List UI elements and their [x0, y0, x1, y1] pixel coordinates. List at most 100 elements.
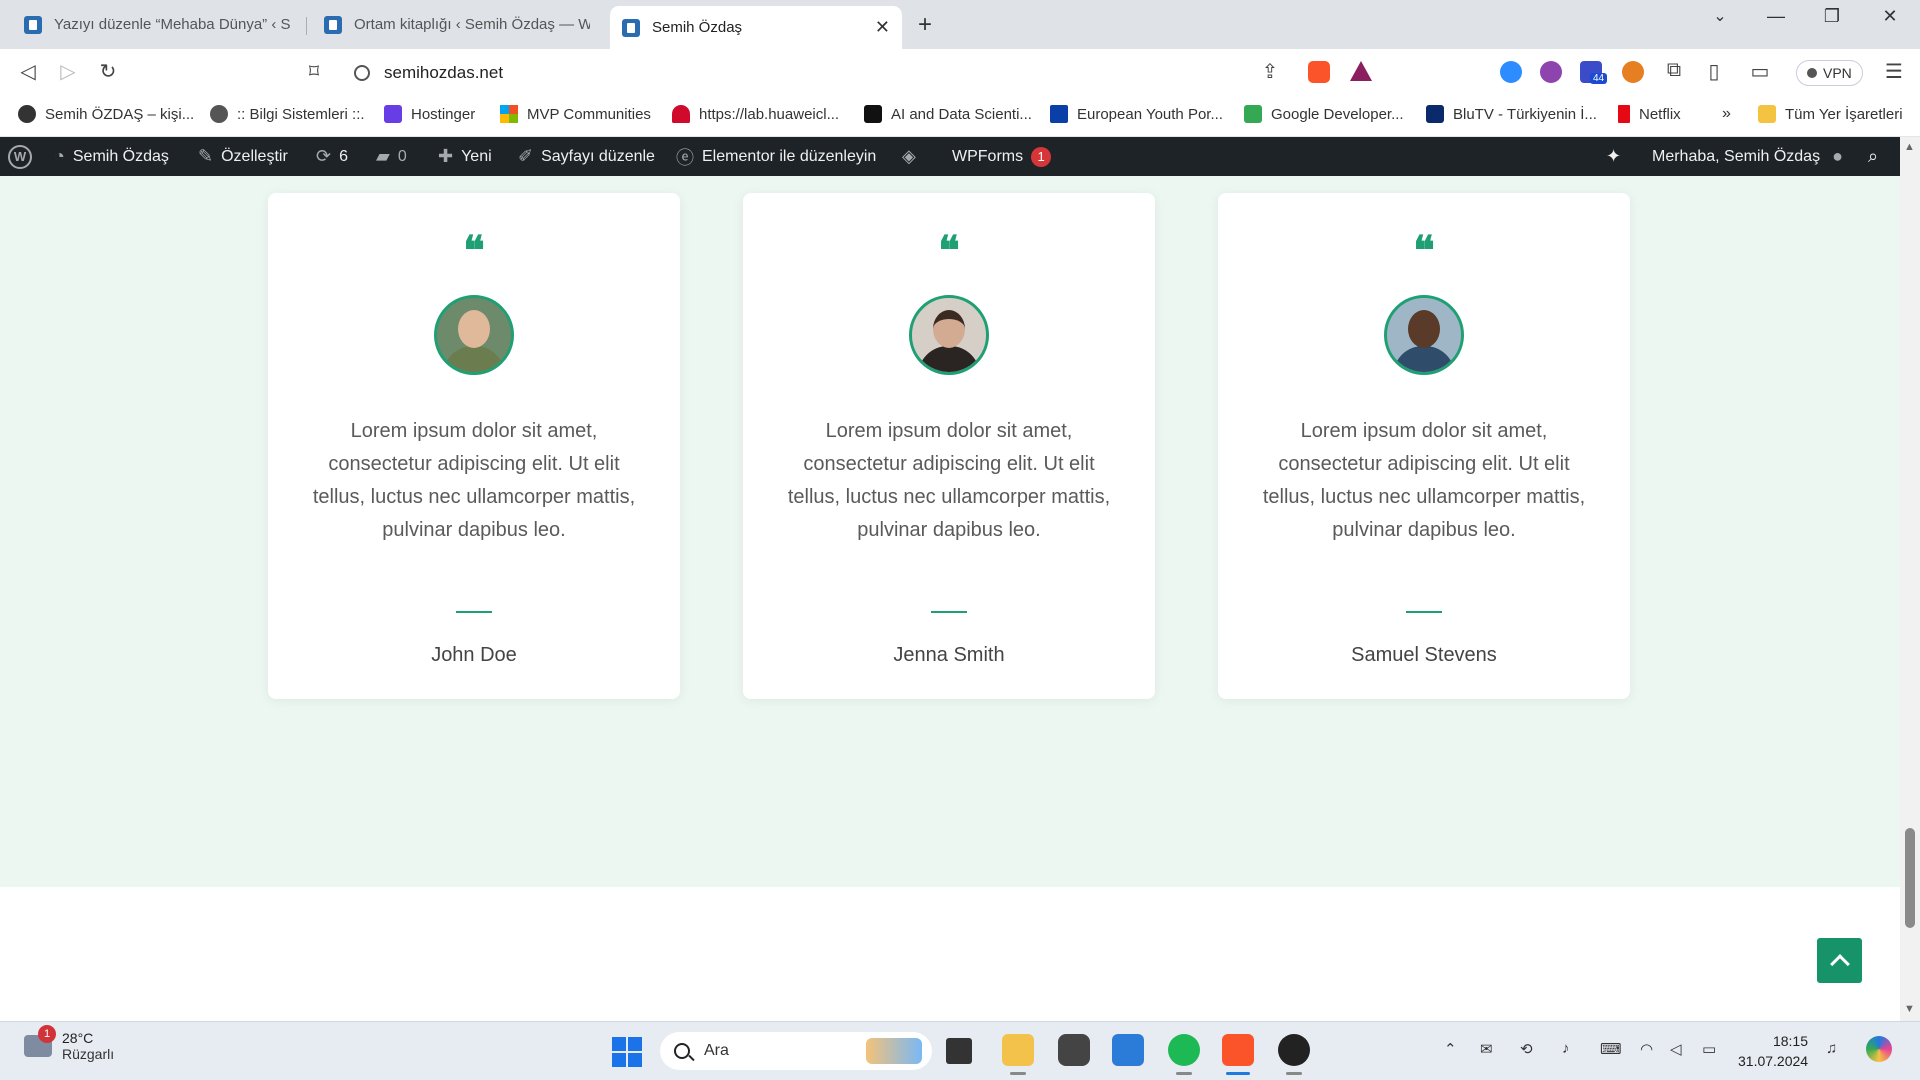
- weather-condition: Rüzgarlı: [62, 1046, 115, 1062]
- scroll-down-arrow-icon[interactable]: ▼: [1904, 1003, 1915, 1015]
- updates-count: 6: [339, 147, 348, 165]
- search-icon: [674, 1043, 690, 1059]
- sync-tray-icon[interactable]: ⟲: [1520, 1040, 1533, 1058]
- bookmark-item[interactable]: MVP Communities: [500, 105, 651, 123]
- pencil-icon: ✐: [518, 146, 534, 166]
- bookmark-label: Semih ÖZDAŞ – kişi...: [45, 105, 195, 123]
- brave-shields-icon[interactable]: [1308, 61, 1330, 83]
- active-indicator: [1226, 1072, 1250, 1075]
- running-indicator: [1286, 1072, 1302, 1075]
- comment-icon: ▰: [376, 146, 390, 166]
- battery-icon[interactable]: ▭: [1702, 1040, 1716, 1058]
- microphone-icon[interactable]: ♪: [1562, 1040, 1570, 1057]
- tab-search-icon[interactable]: ⌄: [1700, 6, 1740, 26]
- vscode-icon[interactable]: [1112, 1034, 1144, 1066]
- brave-rewards-icon[interactable]: [1350, 61, 1372, 81]
- windows-taskbar: 1 28°C Rüzgarlı Ara ⌃ ✉ ⟲ ♪ ⌨ ◠ ◁ ▭ 18:1…: [0, 1021, 1920, 1080]
- bookmark-item[interactable]: Netflix: [1618, 105, 1681, 123]
- brave-browser-icon[interactable]: [1222, 1034, 1254, 1066]
- task-view-icon[interactable]: [946, 1038, 972, 1064]
- customize-link[interactable]: ✎ Özelleştir: [198, 137, 288, 176]
- ai-sparkle-button[interactable]: ✦: [1606, 137, 1629, 176]
- bookmark-item[interactable]: Google Developer...: [1244, 105, 1404, 123]
- testimonial-card: ❝ Lorem ipsum dolor sit amet, consectetu…: [743, 193, 1155, 699]
- unity-hub-icon[interactable]: [1058, 1034, 1090, 1066]
- running-indicator: [1176, 1072, 1192, 1075]
- browser-tab-edit-post[interactable]: Yazıyı düzenle “Mehaba Dünya” ‹ Se: [12, 6, 302, 43]
- wallet-icon[interactable]: ▭: [1746, 59, 1774, 84]
- close-window-icon[interactable]: ✕: [1870, 6, 1910, 27]
- all-bookmarks-button[interactable]: Tüm Yer İşaretleri: [1758, 105, 1903, 123]
- restore-icon[interactable]: ❐: [1812, 6, 1852, 27]
- weather-widget[interactable]: 1 28°C Rüzgarlı: [24, 1025, 115, 1062]
- scrollbar-thumb[interactable]: [1905, 828, 1915, 928]
- start-button[interactable]: [612, 1037, 642, 1067]
- menu-icon[interactable]: ☰: [1880, 59, 1908, 84]
- show-hidden-icons-icon[interactable]: ⌃: [1444, 1040, 1457, 1058]
- close-tab-icon[interactable]: ✕: [875, 17, 890, 38]
- sidebar-icon[interactable]: ▯: [1700, 59, 1728, 84]
- wifi-icon[interactable]: ◠: [1640, 1040, 1653, 1058]
- comments-link[interactable]: ▰ 0: [376, 137, 407, 176]
- extension-icon[interactable]: [1500, 61, 1522, 83]
- bookmark-item[interactable]: BluTV - Türkiyenin İ...: [1426, 105, 1597, 123]
- updates-link[interactable]: ⟳ 6: [316, 137, 348, 176]
- wordpress-logo-button[interactable]: W: [8, 137, 32, 176]
- wordpress-favicon-icon: [24, 15, 42, 34]
- user-avatar-icon: ●: [1832, 146, 1843, 166]
- file-explorer-icon[interactable]: [1002, 1034, 1034, 1066]
- eu-flag-icon: [1050, 105, 1068, 123]
- new-content-link[interactable]: ✚ Yeni: [438, 137, 492, 176]
- bookmark-item[interactable]: Hostinger: [384, 105, 475, 123]
- bookmark-item[interactable]: AI and Data Scienti...: [864, 105, 1032, 123]
- scroll-up-arrow-icon[interactable]: ▲: [1904, 141, 1915, 153]
- page-content: ❝ Lorem ipsum dolor sit amet, consectetu…: [0, 176, 1900, 1021]
- scroll-to-top-button[interactable]: [1817, 938, 1862, 983]
- netflix-icon: [1618, 105, 1630, 123]
- site-name-link[interactable]: ◔ Semih Özdaş: [54, 137, 169, 176]
- elementor-edit-link[interactable]: ⓔ Elementor ile düzenleyin: [676, 137, 876, 176]
- notifications-icon[interactable]: ♫: [1826, 1040, 1837, 1057]
- extension-icon[interactable]: [1622, 61, 1644, 83]
- taskbar-search[interactable]: Ara: [660, 1032, 932, 1070]
- extension-icon[interactable]: [1540, 61, 1562, 83]
- my-account-link[interactable]: Merhaba, Semih Özdaş ●: [1652, 137, 1843, 176]
- new-tab-button[interactable]: +: [918, 11, 932, 39]
- testimonial-name: John Doe: [431, 644, 517, 666]
- globe-icon: [18, 105, 36, 123]
- reload-icon[interactable]: ↻: [94, 59, 122, 84]
- browser-tab-site[interactable]: Semih Özdaş ✕: [610, 6, 902, 49]
- minimize-icon[interactable]: —: [1756, 6, 1796, 27]
- copilot-icon[interactable]: [1866, 1036, 1892, 1062]
- bookmarks-overflow-button[interactable]: »: [1722, 105, 1731, 123]
- bookmark-item[interactable]: :: Bilgi Sistemleri ::.: [210, 105, 365, 123]
- bookmark-item[interactable]: Semih ÖZDAŞ – kişi...: [18, 105, 194, 123]
- edit-page-link[interactable]: ✐ Sayfayı düzenle: [518, 137, 655, 176]
- bookmark-item[interactable]: https://lab.huaweicl...: [672, 105, 839, 123]
- extension-icon[interactable]: 44: [1580, 61, 1608, 84]
- bookmark-label: AI and Data Scienti...: [891, 105, 1032, 123]
- taskbar-clock[interactable]: 18:15 31.07.2024: [1738, 1031, 1808, 1071]
- share-icon[interactable]: ⇪: [1256, 59, 1284, 84]
- spotify-icon[interactable]: [1168, 1034, 1200, 1066]
- volume-icon[interactable]: ◁: [1670, 1040, 1682, 1058]
- mail-tray-icon[interactable]: ✉: [1480, 1040, 1493, 1058]
- keyboard-icon[interactable]: ⌨: [1600, 1040, 1622, 1058]
- greeting: Merhaba, Semih Özdaş: [1652, 147, 1821, 165]
- forward-icon[interactable]: ▷: [54, 59, 82, 84]
- browser-tab-media-library[interactable]: Ortam kitaplığı ‹ Semih Özdaş — W: [312, 6, 602, 43]
- back-icon[interactable]: ◁: [14, 59, 42, 84]
- admin-search-button[interactable]: ⌕: [1868, 137, 1886, 176]
- obs-icon[interactable]: [1278, 1034, 1310, 1066]
- extensions-puzzle-icon[interactable]: ⧉: [1660, 59, 1688, 82]
- wpforms-label: WPForms: [952, 147, 1024, 165]
- site-info-icon[interactable]: [354, 65, 370, 81]
- wpforms-link[interactable]: WPForms 1: [952, 137, 1052, 176]
- bookmark-icon[interactable]: ⌑: [300, 59, 328, 84]
- page-scrollbar[interactable]: ▲ ▼: [1900, 137, 1920, 1021]
- bookmark-item[interactable]: European Youth Por...: [1050, 105, 1223, 123]
- vpn-button[interactable]: VPN: [1796, 60, 1863, 86]
- address-bar[interactable]: semihozdas.net: [340, 55, 1385, 91]
- windows-logo-icon: [628, 1037, 642, 1051]
- elementor-kit-button[interactable]: ◈: [902, 137, 924, 176]
